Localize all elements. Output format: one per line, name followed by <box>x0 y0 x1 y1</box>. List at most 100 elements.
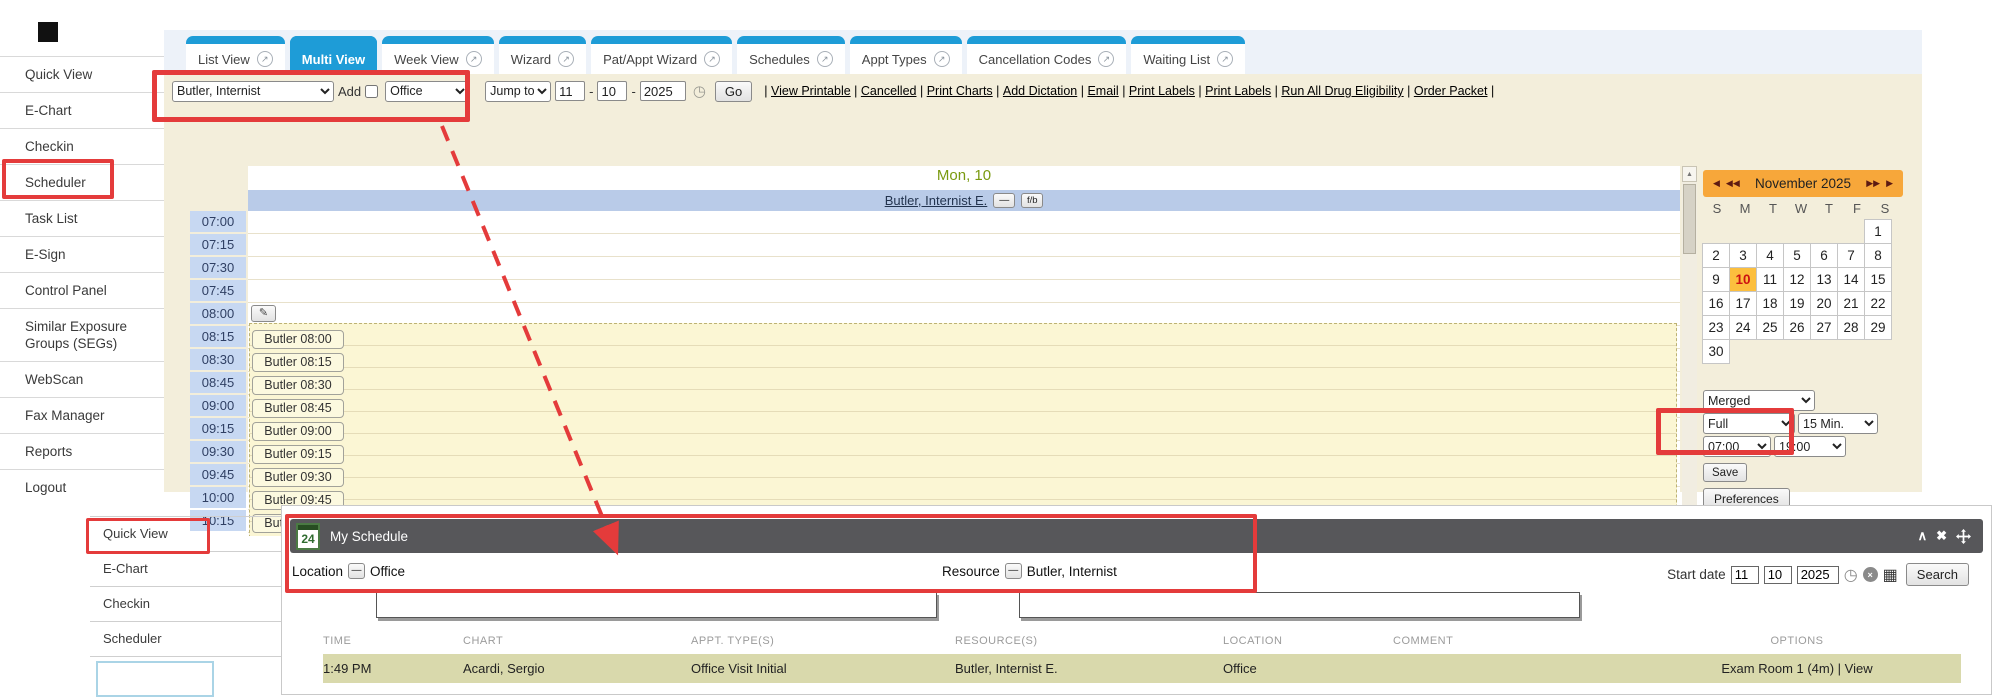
location-select[interactable]: Office <box>385 81 469 102</box>
sidebar-item[interactable]: Quick View <box>90 516 281 551</box>
calendar-day-cell[interactable] <box>1810 219 1838 244</box>
my-schedule-titlebar[interactable]: 24 My Schedule ∧ ✖ <box>290 519 1983 553</box>
start-date-month-input[interactable] <box>1731 566 1759 584</box>
start-date-year-input[interactable] <box>1797 566 1839 584</box>
sidebar-item[interactable]: Checkin <box>90 586 281 621</box>
clock-icon[interactable]: ◷ <box>693 82 706 100</box>
appointment-slot-button[interactable]: Butler 09:30 <box>252 468 344 487</box>
toolbar-link[interactable]: Print Charts <box>927 84 993 98</box>
calendar-day-cell[interactable]: 23 <box>1702 315 1730 340</box>
calendar-day-cell[interactable]: 5 <box>1783 243 1811 268</box>
calendar-day-cell[interactable]: 22 <box>1864 291 1892 316</box>
sidebar-item[interactable]: Logout <box>0 469 164 505</box>
open-in-new-icon[interactable]: ↗ <box>817 51 833 67</box>
appointment-slot-button[interactable]: Butler 08:00 <box>252 330 344 349</box>
sidebar-item[interactable]: Reports <box>0 433 164 469</box>
toolbar-link[interactable]: Print Labels <box>1205 84 1271 98</box>
calendar-day-cell[interactable]: 17 <box>1729 291 1757 316</box>
collapse-icon[interactable]: ∧ <box>1918 528 1928 544</box>
calendar-day-cell[interactable]: 25 <box>1756 315 1784 340</box>
calendar-day-cell[interactable]: 6 <box>1810 243 1838 268</box>
calendar-day-cell[interactable]: 24 <box>1729 315 1757 340</box>
focused-nav-box[interactable] <box>96 661 214 697</box>
sidebar-item[interactable]: E-Chart <box>90 551 281 586</box>
toolbar-link[interactable]: View Printable <box>771 84 851 98</box>
calendar-day-cell[interactable]: 11 <box>1756 267 1784 292</box>
calendar-day-cell[interactable] <box>1729 339 1757 364</box>
location-listbox[interactable] <box>376 592 937 618</box>
open-in-new-icon[interactable]: ↗ <box>1098 51 1114 67</box>
sidebar-item[interactable]: WebScan <box>0 361 164 397</box>
move-icon[interactable] <box>1956 529 1971 544</box>
appointment-slot-button[interactable]: Butler 09:00 <box>252 422 344 441</box>
calendar-day-cell[interactable] <box>1837 339 1865 364</box>
calendar-day-cell[interactable] <box>1864 339 1892 364</box>
calendar-day-cell[interactable]: 16 <box>1702 291 1730 316</box>
fb-button[interactable]: f/b <box>1021 193 1043 208</box>
open-in-new-icon[interactable]: ↗ <box>1217 51 1233 67</box>
tab[interactable]: Week View ↗ <box>382 36 494 74</box>
cell-chart[interactable]: Acardi, Sergio <box>463 661 691 676</box>
interval-select[interactable]: 15 Min. <box>1798 413 1878 434</box>
add-checkbox[interactable] <box>365 85 378 98</box>
sidebar-item[interactable]: E-Sign <box>0 236 164 272</box>
save-button[interactable]: Save <box>1703 463 1747 482</box>
calendar-day-cell[interactable] <box>1756 339 1784 364</box>
calendar-day-cell[interactable]: 29 <box>1864 315 1892 340</box>
start-date-day-input[interactable] <box>1764 566 1792 584</box>
tab[interactable]: Multi View <box>290 36 377 74</box>
location-minus-button[interactable]: — <box>348 563 365 579</box>
grid-scrollbar[interactable]: ▲ ▼ <box>1682 166 1697 536</box>
calendar-day-cell[interactable]: 9 <box>1702 267 1730 292</box>
close-icon[interactable]: ✖ <box>1936 528 1947 544</box>
sidebar-item[interactable]: Checkin <box>0 128 164 164</box>
next-month-icon[interactable]: ▶▶ <box>1866 178 1880 189</box>
calendar-day-cell[interactable]: 30 <box>1702 339 1730 364</box>
sidebar-item[interactable]: Quick View <box>0 56 164 92</box>
toolbar-link[interactable]: Print Labels <box>1129 84 1195 98</box>
end-time-select[interactable]: 19:00 <box>1774 436 1846 457</box>
cell-options[interactable]: Exam Room 1 (4m) | View <box>1633 661 1961 676</box>
provider-select[interactable]: Butler, Internist <box>172 81 334 102</box>
view-mode-select[interactable]: Merged <box>1703 390 1815 411</box>
layout-select[interactable]: Full <box>1703 413 1795 434</box>
clock-icon[interactable]: ◷ <box>1844 565 1858 585</box>
edit-icon[interactable]: ✎ <box>251 305 276 322</box>
next-day-icon[interactable]: ▶ <box>1886 178 1893 189</box>
scrollbar-thumb[interactable] <box>1683 184 1696 254</box>
prev-month-icon[interactable]: ◀◀ <box>1726 178 1740 189</box>
calendar-day-cell[interactable]: 20 <box>1810 291 1838 316</box>
tab[interactable]: Cancellation Codes ↗ <box>967 36 1127 74</box>
appointment-slot-button[interactable]: Butler 08:45 <box>252 399 344 418</box>
calendar-day-cell[interactable]: 28 <box>1837 315 1865 340</box>
calendar-day-cell[interactable] <box>1783 339 1811 364</box>
calendar-day-cell[interactable] <box>1783 219 1811 244</box>
calendar-day-cell[interactable]: 8 <box>1864 243 1892 268</box>
scroll-up-icon[interactable]: ▲ <box>1682 166 1697 182</box>
appointment-slot-button[interactable]: Butler 08:15 <box>252 353 344 372</box>
open-in-new-icon[interactable]: ↗ <box>466 51 482 67</box>
calendar-day-cell[interactable]: 2 <box>1702 243 1730 268</box>
toolbar-link[interactable]: Cancelled <box>861 84 917 98</box>
calendar-day-cell[interactable] <box>1837 219 1865 244</box>
sidebar-item[interactable]: Fax Manager <box>0 397 164 433</box>
calendar-picker-icon[interactable]: ▦ <box>1883 565 1898 585</box>
calendar-day-cell[interactable]: 27 <box>1810 315 1838 340</box>
tab[interactable]: Pat/Appt Wizard ↗ <box>591 36 732 74</box>
calendar-day-cell[interactable]: 4 <box>1756 243 1784 268</box>
calendar-day-cell[interactable]: 7 <box>1837 243 1865 268</box>
calendar-day-cell[interactable]: 19 <box>1783 291 1811 316</box>
sidebar-item[interactable]: Task List <box>0 200 164 236</box>
appointment-slot-button[interactable]: Butler 08:30 <box>252 376 344 395</box>
calendar-day-cell[interactable]: 12 <box>1783 267 1811 292</box>
appointment-slot-button[interactable]: Butler 09:15 <box>252 445 344 464</box>
date-year-input[interactable] <box>640 81 686 101</box>
start-time-select[interactable]: 07:00 <box>1703 436 1771 457</box>
tab[interactable]: Wizard ↗ <box>499 36 586 74</box>
sidebar-item[interactable]: Scheduler <box>90 621 281 657</box>
toolbar-link[interactable]: Run All Drug Eligibility <box>1281 84 1403 98</box>
collapse-column-button[interactable]: — <box>993 193 1015 208</box>
calendar-day-cell[interactable]: 26 <box>1783 315 1811 340</box>
sidebar-item[interactable]: Similar Exposure Groups (SEGs) <box>0 308 164 361</box>
tab[interactable]: Waiting List ↗ <box>1131 36 1245 74</box>
